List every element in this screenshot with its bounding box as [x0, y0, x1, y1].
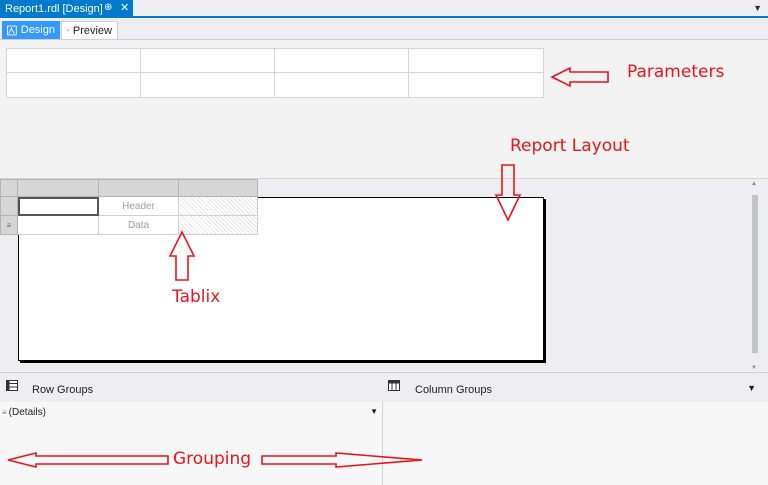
parameters-pane [0, 40, 768, 178]
parameters-annotation: Parameters [627, 62, 725, 82]
tablix-header-text: Header [122, 200, 155, 212]
tab-design-label: Design [20, 24, 55, 36]
parameter-cell[interactable] [7, 73, 141, 97]
column-groups-label: Column Groups [415, 384, 493, 396]
pin-icon[interactable]: ⊕ [104, 2, 112, 13]
tab-preview[interactable]: Preview [61, 21, 118, 39]
tablix-data-cell[interactable] [179, 216, 258, 235]
column-groups-icon [388, 380, 400, 391]
parameter-cell[interactable] [275, 49, 409, 73]
grouping-panes: ≡ (Details) ▼ [0, 402, 768, 485]
parameter-cell[interactable] [141, 73, 275, 97]
document-tab-title: Report1.rdl [Design] [5, 3, 103, 15]
design-icon [7, 25, 17, 35]
details-dropdown-icon[interactable]: ▼ [370, 407, 378, 416]
tab-list-dropdown-icon[interactable]: ▼ [753, 3, 762, 13]
tablix-header-cell[interactable] [18, 197, 99, 216]
row-groups-pane: ≡ (Details) ▼ [0, 402, 383, 485]
view-tabs: Design Preview [0, 20, 768, 40]
tablix-header-cell[interactable] [179, 197, 258, 216]
parameters-grid [6, 48, 544, 98]
scroll-down-icon[interactable]: ▼ [751, 365, 757, 371]
preview-icon [67, 29, 69, 32]
scroll-up-icon[interactable]: ▲ [751, 181, 757, 187]
tablix-data-cell[interactable]: Data [99, 216, 179, 235]
tablix-column-handle[interactable] [179, 179, 258, 197]
parameter-cell[interactable] [7, 49, 141, 73]
tablix-data-text: Data [127, 219, 150, 231]
tab-design[interactable]: Design [2, 21, 60, 39]
tablix-row-handle-details[interactable]: ≡ [0, 216, 18, 235]
grouping-pane-header: Row Groups Column Groups ▼ [0, 372, 768, 402]
tablix-column-handle[interactable] [99, 179, 179, 197]
details-group-label: (Details) [8, 407, 46, 418]
tablix-column-handle[interactable] [18, 179, 99, 197]
grouping-annotation: Grouping [173, 449, 252, 469]
report-layout-annotation: Report Layout [510, 136, 630, 156]
tablix-corner-handle[interactable] [0, 179, 18, 197]
tablix-header-cell[interactable]: Header [99, 197, 179, 216]
layout-vertical-scrollbar[interactable]: ▲ ▼ [751, 181, 759, 371]
row-groups-label: Row Groups [32, 384, 94, 396]
parameter-cell[interactable] [409, 73, 543, 97]
row-groups-icon [6, 380, 18, 391]
scroll-thumb[interactable] [752, 195, 758, 353]
report-layout-canvas: ≡ Header Data ▲ ▼ [0, 178, 768, 372]
tablix-row-handle[interactable] [0, 197, 18, 216]
parameter-cell[interactable] [141, 49, 275, 73]
tablix-data-cell[interactable] [18, 216, 99, 235]
tablix-annotation: Tablix [172, 287, 221, 307]
details-group-icon: ≡ [2, 408, 7, 417]
tab-preview-label: Preview [72, 24, 112, 37]
document-tab-bar: Report1.rdl [Design] ⊕ ✕ ▼ [0, 0, 768, 18]
document-tab-report1[interactable]: Report1.rdl [Design] ⊕ ✕ [0, 0, 133, 18]
parameter-cell[interactable] [409, 49, 543, 73]
close-icon[interactable]: ✕ [120, 1, 129, 14]
details-group-item[interactable]: ≡ (Details) ▼ [2, 404, 382, 421]
grouping-options-dropdown-icon[interactable]: ▼ [747, 383, 756, 393]
parameter-cell[interactable] [275, 73, 409, 97]
